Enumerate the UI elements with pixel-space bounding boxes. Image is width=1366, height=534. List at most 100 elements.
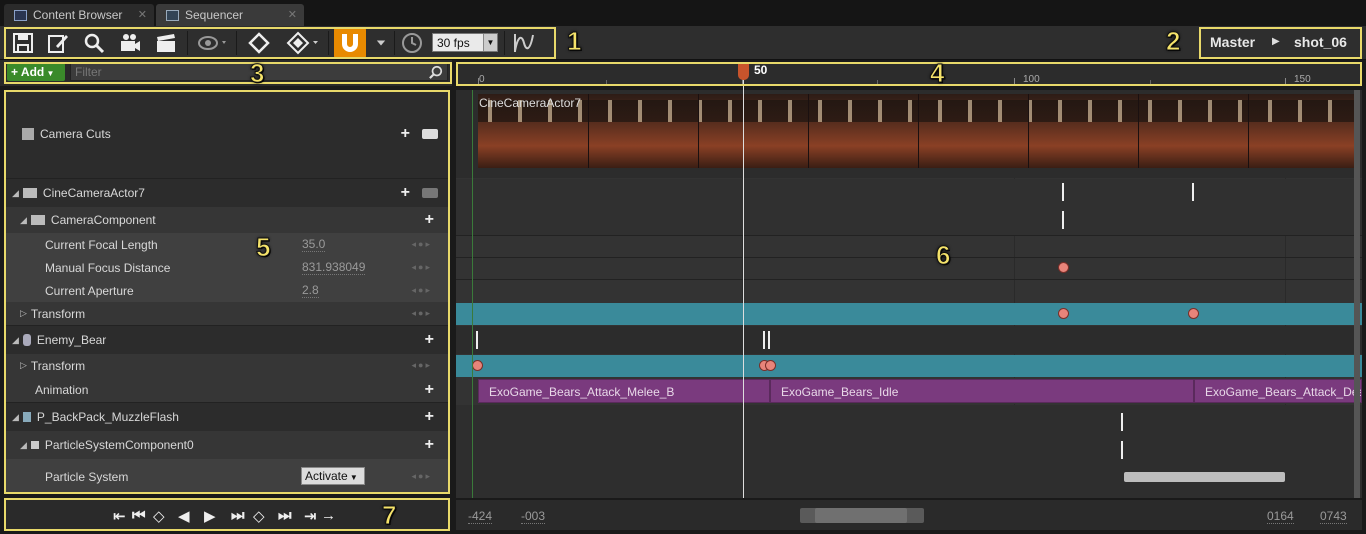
keyframe[interactable] bbox=[1062, 183, 1064, 201]
expand-arrow-icon[interactable]: ◢ bbox=[20, 215, 27, 226]
focal-length-value[interactable]: 35.0 bbox=[302, 237, 326, 252]
view-options-button[interactable] bbox=[193, 29, 231, 57]
range-end[interactable]: 0743 bbox=[1320, 509, 1347, 524]
key-nav-icons[interactable]: ◂●▸ bbox=[412, 262, 432, 273]
particle-system-track[interactable]: Particle System Activate ▼ ◂●▸ bbox=[6, 459, 448, 494]
breadcrumb-shot[interactable]: shot_06 bbox=[1294, 31, 1347, 53]
prev-key-icon[interactable]: ◇ bbox=[153, 507, 165, 525]
activate-dropdown[interactable]: Activate ▼ bbox=[301, 467, 365, 485]
jump-to-start-icon[interactable]: ⇤ bbox=[113, 507, 126, 525]
keyframe[interactable] bbox=[1121, 413, 1123, 431]
animation-section[interactable]: ExoGame_Bears_Attack_Dea bbox=[1194, 379, 1362, 403]
add-icon[interactable]: + bbox=[401, 184, 410, 202]
add-track-button[interactable]: + Add ▼ bbox=[7, 63, 65, 81]
key-nav-icons[interactable]: ◂●▸ bbox=[412, 285, 432, 296]
keyframe[interactable] bbox=[1121, 441, 1123, 459]
save-as-button[interactable] bbox=[44, 29, 72, 57]
time-ruler[interactable]: 0 50 100 150 bbox=[456, 62, 1362, 86]
collapse-arrow-icon[interactable]: ▷ bbox=[20, 360, 27, 371]
particle-section[interactable] bbox=[1124, 472, 1285, 482]
key-button[interactable] bbox=[245, 29, 273, 57]
play-icon[interactable]: ▶ bbox=[204, 507, 216, 525]
keyframe[interactable] bbox=[1058, 262, 1069, 273]
step-forward-icon[interactable]: ⏭ bbox=[231, 507, 245, 524]
playhead-handle[interactable] bbox=[738, 62, 749, 80]
animation-track[interactable]: Animation + bbox=[6, 377, 448, 402]
jump-to-end-icon[interactable]: ⏭ bbox=[278, 507, 292, 524]
find-in-browser-button[interactable] bbox=[80, 29, 108, 57]
backpack-muzzleflash-track[interactable]: ◢ P_BackPack_MuzzleFlash + bbox=[6, 403, 448, 431]
keyframe[interactable] bbox=[763, 331, 765, 349]
particle-component-track[interactable]: ◢ ParticleSystemComponent0 + bbox=[6, 431, 448, 459]
key-nav-icons[interactable]: ◂●▸ bbox=[412, 471, 432, 482]
expand-arrow-icon[interactable]: ◢ bbox=[12, 188, 19, 199]
tab-sequencer[interactable]: Sequencer ✕ bbox=[156, 4, 304, 26]
add-icon[interactable]: + bbox=[425, 211, 434, 229]
fps-dropdown[interactable]: 30 fps ▼ bbox=[432, 33, 498, 52]
focal-length-track[interactable]: Current Focal Length 35.0 ◂●▸ bbox=[6, 233, 448, 256]
keyframe[interactable] bbox=[472, 360, 483, 371]
cine-camera-actor-track[interactable]: ◢ CineCameraActor7 + bbox=[6, 179, 448, 207]
expand-arrow-icon[interactable]: ◢ bbox=[20, 440, 27, 451]
keyframe[interactable] bbox=[1192, 183, 1194, 201]
keyframe[interactable] bbox=[768, 331, 770, 349]
focus-distance-track[interactable]: Manual Focus Distance 831.938049 ◂●▸ bbox=[6, 256, 448, 279]
camera-component-track[interactable]: ◢ CameraComponent + bbox=[6, 207, 448, 233]
key-nav-icons[interactable]: ◂●▸ bbox=[412, 239, 432, 250]
keyframe[interactable] bbox=[1062, 211, 1064, 229]
animation-section[interactable]: ExoGame_Bears_Attack_Melee_B bbox=[478, 379, 770, 403]
camera-icon[interactable] bbox=[422, 129, 438, 139]
camera-icon[interactable] bbox=[422, 188, 438, 198]
breadcrumb-master[interactable]: Master bbox=[1210, 31, 1255, 53]
add-icon[interactable]: + bbox=[425, 408, 434, 426]
time-snap-button[interactable] bbox=[398, 29, 426, 57]
play-reverse-icon[interactable]: ◀ bbox=[178, 507, 190, 525]
tab-content-browser[interactable]: Content Browser ✕ bbox=[4, 4, 154, 26]
add-icon[interactable]: + bbox=[425, 331, 434, 349]
step-back-icon[interactable]: ⏮ bbox=[132, 507, 146, 524]
camera-cuts-track[interactable]: Camera Cuts + bbox=[6, 90, 448, 178]
range-start[interactable]: -424 bbox=[468, 509, 493, 524]
snap-options-dropdown[interactable] bbox=[370, 29, 392, 57]
auto-key-button[interactable] bbox=[283, 29, 323, 57]
start-marker[interactable] bbox=[472, 90, 473, 498]
key-nav-icons[interactable]: ◂●▸ bbox=[412, 360, 432, 371]
save-button[interactable] bbox=[9, 29, 37, 57]
horizontal-scroll-thumb[interactable] bbox=[815, 508, 907, 523]
render-movie-button[interactable] bbox=[152, 29, 180, 57]
playhead-line[interactable] bbox=[743, 62, 744, 498]
keyframe[interactable] bbox=[476, 331, 478, 349]
view-end[interactable]: 0164 bbox=[1267, 509, 1294, 524]
next-key-icon[interactable]: ◇ bbox=[253, 507, 265, 525]
close-icon[interactable]: ✕ bbox=[138, 8, 147, 21]
vertical-scrollbar[interactable] bbox=[1354, 90, 1360, 498]
enemy-bear-track[interactable]: ◢ Enemy_Bear + bbox=[6, 326, 448, 354]
add-icon[interactable]: + bbox=[425, 381, 434, 399]
keyframe[interactable] bbox=[765, 360, 776, 371]
expand-arrow-icon[interactable]: ◢ bbox=[12, 335, 19, 346]
loop-icon[interactable]: → bbox=[321, 507, 336, 524]
key-nav-icons[interactable]: ◂●▸ bbox=[412, 308, 432, 319]
expand-arrow-icon[interactable]: ◢ bbox=[12, 412, 19, 423]
callout-2: 2 bbox=[1165, 26, 1181, 57]
close-icon[interactable]: ✕ bbox=[288, 8, 297, 21]
keyframe[interactable] bbox=[1058, 308, 1069, 319]
keyframe[interactable] bbox=[1188, 308, 1199, 319]
focus-distance-value[interactable]: 831.938049 bbox=[302, 260, 366, 275]
timeline-tracks[interactable]: CineCameraActor7 ExoGame_Bears_Attack_Me… bbox=[456, 90, 1362, 498]
camera-transform-track[interactable]: ▷ Transform ◂●▸ bbox=[6, 302, 448, 325]
view-start[interactable]: -003 bbox=[521, 509, 546, 524]
snap-toggle-button[interactable] bbox=[334, 28, 366, 58]
curve-editor-button[interactable] bbox=[510, 29, 538, 57]
bear-transform-track[interactable]: ▷ Transform ◂●▸ bbox=[6, 354, 448, 377]
aperture-track[interactable]: Current Aperture 2.8 ◂●▸ bbox=[6, 279, 448, 302]
end-marker-icon[interactable]: ⇥ bbox=[304, 507, 317, 525]
animation-section[interactable]: ExoGame_Bears_Idle bbox=[770, 379, 1194, 403]
add-icon[interactable]: + bbox=[425, 436, 434, 454]
camera-actor-icon bbox=[22, 188, 37, 198]
add-icon[interactable]: + bbox=[401, 125, 410, 143]
camera-thumbnail-strip[interactable] bbox=[478, 94, 1354, 168]
create-camera-button[interactable] bbox=[116, 29, 144, 57]
aperture-value[interactable]: 2.8 bbox=[302, 283, 319, 298]
collapse-arrow-icon[interactable]: ▷ bbox=[20, 308, 27, 319]
